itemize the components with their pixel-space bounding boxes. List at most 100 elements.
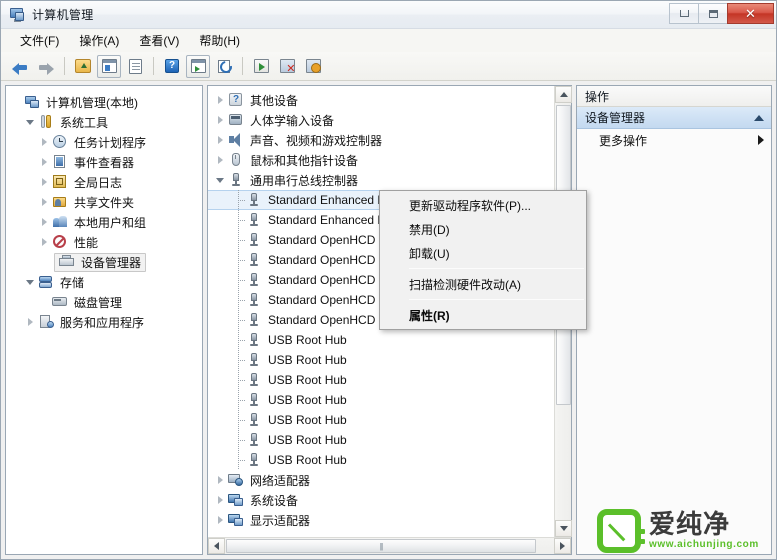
chevron-up-icon bbox=[754, 114, 764, 121]
expand-twisty-icon[interactable] bbox=[38, 154, 52, 170]
usb-icon bbox=[246, 272, 262, 288]
device-tree-label: 显示适配器 bbox=[250, 513, 311, 528]
forward-button[interactable] bbox=[34, 55, 58, 78]
expand-twisty-icon[interactable] bbox=[38, 194, 52, 210]
device-tree-row[interactable]: 通用串行总线控制器 bbox=[208, 170, 554, 190]
update-driver-icon bbox=[305, 59, 321, 73]
expand-twisty-icon[interactable] bbox=[214, 92, 228, 108]
console-icon bbox=[190, 59, 206, 73]
sidebar-item-4[interactable]: 全局日志 bbox=[6, 172, 202, 192]
console-button[interactable] bbox=[186, 54, 210, 78]
menu-file[interactable]: 文件(F) bbox=[11, 29, 68, 52]
scroll-left-button[interactable] bbox=[208, 538, 225, 554]
performance-icon bbox=[52, 234, 68, 250]
ctx-uninstall[interactable]: 卸载(U) bbox=[380, 241, 586, 265]
actions-section-device-manager[interactable]: 设备管理器 bbox=[577, 107, 771, 129]
device-tree-row[interactable]: 声音、视频和游戏控制器 bbox=[208, 130, 554, 150]
expand-twisty-icon[interactable] bbox=[24, 314, 38, 330]
chevron-right-icon bbox=[758, 135, 764, 145]
expand-twisty-icon[interactable] bbox=[214, 472, 228, 488]
sidebar-item-7[interactable]: 性能 bbox=[6, 232, 202, 252]
expand-twisty-icon[interactable] bbox=[214, 512, 228, 528]
scroll-up-button[interactable] bbox=[555, 86, 572, 103]
device-tree-row[interactable]: USB Root Hub bbox=[208, 430, 554, 450]
ctx-properties[interactable]: 属性(R) bbox=[380, 303, 586, 327]
ctx-scan-hardware[interactable]: 扫描检测硬件改动(A) bbox=[380, 272, 586, 296]
tree-connector bbox=[232, 190, 246, 210]
scroll-right-button[interactable] bbox=[554, 538, 571, 554]
usb-icon bbox=[246, 312, 262, 328]
action-more-actions[interactable]: 更多操作 bbox=[577, 129, 771, 151]
device-tree-row[interactable]: 显示适配器 bbox=[208, 510, 554, 530]
ctx-disable[interactable]: 禁用(D) bbox=[380, 217, 586, 241]
refresh-icon bbox=[217, 59, 232, 73]
expand-twisty-icon[interactable] bbox=[214, 132, 228, 148]
device-tree-horizontal-scrollbar[interactable] bbox=[208, 537, 571, 554]
sidebar-item-8[interactable]: 设备管理器 bbox=[6, 252, 202, 272]
expand-twisty-icon[interactable] bbox=[214, 152, 228, 168]
aichunjing-logo-icon bbox=[597, 508, 645, 553]
device-tree-row[interactable]: USB Root Hub bbox=[208, 410, 554, 430]
expand-twisty-icon[interactable] bbox=[214, 112, 228, 128]
log-icon bbox=[52, 174, 68, 190]
export-button[interactable] bbox=[249, 55, 273, 78]
sidebar-item-content: 磁盘管理 bbox=[52, 294, 122, 311]
sidebar-item-6[interactable]: 本地用户和组 bbox=[6, 212, 202, 232]
expand-twisty-icon[interactable] bbox=[38, 234, 52, 250]
device-tree-label: 系统设备 bbox=[250, 493, 299, 508]
device-tree-row[interactable]: 鼠标和其他指针设备 bbox=[208, 150, 554, 170]
menu-action[interactable]: 操作(A) bbox=[70, 29, 128, 52]
help-button[interactable]: ? bbox=[160, 55, 184, 78]
menu-view[interactable]: 查看(V) bbox=[130, 29, 188, 52]
sidebar-item-10[interactable]: 磁盘管理 bbox=[6, 292, 202, 312]
maximize-button[interactable] bbox=[698, 3, 727, 24]
device-tree-row[interactable]: ? 其他设备 bbox=[208, 90, 554, 110]
expand-twisty-icon[interactable] bbox=[214, 492, 228, 508]
sidebar-item-11[interactable]: 服务和应用程序 bbox=[6, 312, 202, 332]
expand-twisty-icon[interactable] bbox=[38, 214, 52, 230]
folder-up-button[interactable] bbox=[71, 55, 95, 78]
device-tree-row[interactable]: USB Root Hub bbox=[208, 390, 554, 410]
device-tree-row[interactable]: USB Root Hub bbox=[208, 450, 554, 470]
update-driver-button[interactable] bbox=[301, 55, 325, 78]
device-tree-row[interactable]: 网络适配器 bbox=[208, 470, 554, 490]
show-tree-icon bbox=[101, 59, 117, 73]
chevron-left-icon bbox=[214, 542, 219, 550]
tree-connector bbox=[232, 350, 246, 370]
minimize-button[interactable] bbox=[669, 3, 698, 24]
show-tree-button[interactable] bbox=[97, 54, 121, 78]
ctx-update-driver[interactable]: 更新驱动程序软件(P)... bbox=[380, 193, 586, 217]
back-button[interactable] bbox=[8, 55, 32, 78]
refresh-button[interactable] bbox=[212, 55, 236, 78]
tree-connector bbox=[232, 270, 246, 290]
sidebar-item-0[interactable]: 计算机管理(本地) bbox=[6, 92, 202, 112]
device-context-menu[interactable]: 更新驱动程序软件(P)... 禁用(D) 卸载(U) 扫描检测硬件改动(A) 属性(R) bbox=[379, 190, 587, 330]
sidebar-item-2[interactable]: 任务计划程序 bbox=[6, 132, 202, 152]
network-icon bbox=[228, 472, 244, 488]
device-tree-row[interactable]: 系统设备 bbox=[208, 490, 554, 510]
actions-section-title: 设备管理器 bbox=[585, 111, 646, 125]
usb-icon bbox=[246, 252, 262, 268]
collapse-twisty-icon[interactable] bbox=[24, 114, 38, 130]
expand-twisty-icon[interactable] bbox=[38, 174, 52, 190]
device-tree-row[interactable]: USB Root Hub bbox=[208, 350, 554, 370]
device-tree-row[interactable]: USB Root Hub bbox=[208, 330, 554, 350]
tree-connector bbox=[232, 310, 246, 330]
menu-help[interactable]: 帮助(H) bbox=[190, 29, 249, 52]
device-tree-row[interactable]: USB Root Hub bbox=[208, 370, 554, 390]
sidebar-item-5[interactable]: 共享文件夹 bbox=[6, 192, 202, 212]
close-button[interactable]: ✕ bbox=[727, 3, 774, 24]
collapse-twisty-icon[interactable] bbox=[214, 172, 228, 188]
sidebar-item-3[interactable]: 事件查看器 bbox=[6, 152, 202, 172]
uninstall-button[interactable] bbox=[275, 55, 299, 78]
scroll-down-button[interactable] bbox=[555, 520, 572, 537]
sidebar-item-9[interactable]: 存储 bbox=[6, 272, 202, 292]
expand-twisty-icon[interactable] bbox=[38, 134, 52, 150]
tree-connector bbox=[232, 290, 246, 310]
properties-button[interactable] bbox=[123, 55, 147, 78]
device-tree-row[interactable]: 人体学输入设备 bbox=[208, 110, 554, 130]
window-controls: ✕ bbox=[669, 3, 774, 24]
collapse-twisty-icon[interactable] bbox=[24, 274, 38, 290]
sidebar-item-1[interactable]: 系统工具 bbox=[6, 112, 202, 132]
horizontal-scroll-thumb[interactable] bbox=[226, 539, 536, 553]
